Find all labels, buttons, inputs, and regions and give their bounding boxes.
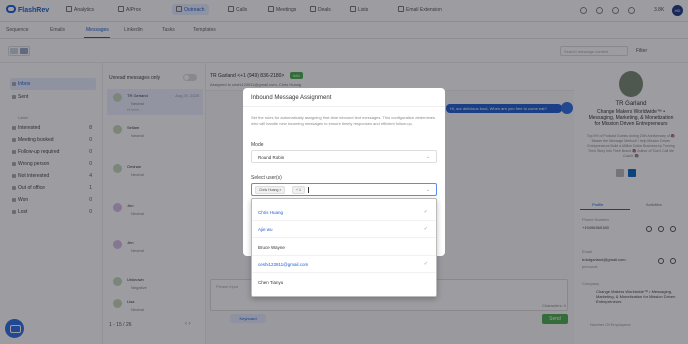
- check-icon: ✓: [423, 226, 428, 232]
- option-ajie-wu[interactable]: Ajie wu ✓: [252, 221, 436, 238]
- text-cursor: [308, 187, 309, 193]
- mode-label: Mode: [251, 142, 264, 148]
- check-icon: ✓: [423, 261, 428, 267]
- user-dropdown: Chris Huang ✓ Ajie wu ✓ Bruce Wayne cesh…: [251, 198, 437, 297]
- option-chris-huang[interactable]: Chris Huang ✓: [252, 204, 436, 221]
- modal-title: Inbound Message Assignment: [251, 95, 332, 101]
- chevron-down-icon: ⌄: [425, 187, 430, 193]
- option-ceshi[interactable]: ceshi123911@gmail.com ✓: [252, 256, 436, 273]
- modal-divider: [243, 106, 445, 107]
- modal-description: Set the rules for automatically assignin…: [251, 115, 436, 126]
- option-chen-tianyu[interactable]: Chen Tianyu: [252, 274, 436, 291]
- users-label: Select user(s): [251, 175, 282, 181]
- selected-user-chip[interactable]: Chris Huang ×: [255, 186, 286, 194]
- chevron-down-icon: ⌄: [425, 154, 430, 160]
- user-multi-select[interactable]: Chris Huang × + 1 ⌄: [251, 183, 437, 196]
- more-users-chip[interactable]: + 1: [292, 186, 305, 194]
- option-bruce-wayne[interactable]: Bruce Wayne: [252, 239, 436, 256]
- mode-select[interactable]: Round Robin ⌄: [251, 150, 437, 163]
- check-icon: ✓: [423, 209, 428, 215]
